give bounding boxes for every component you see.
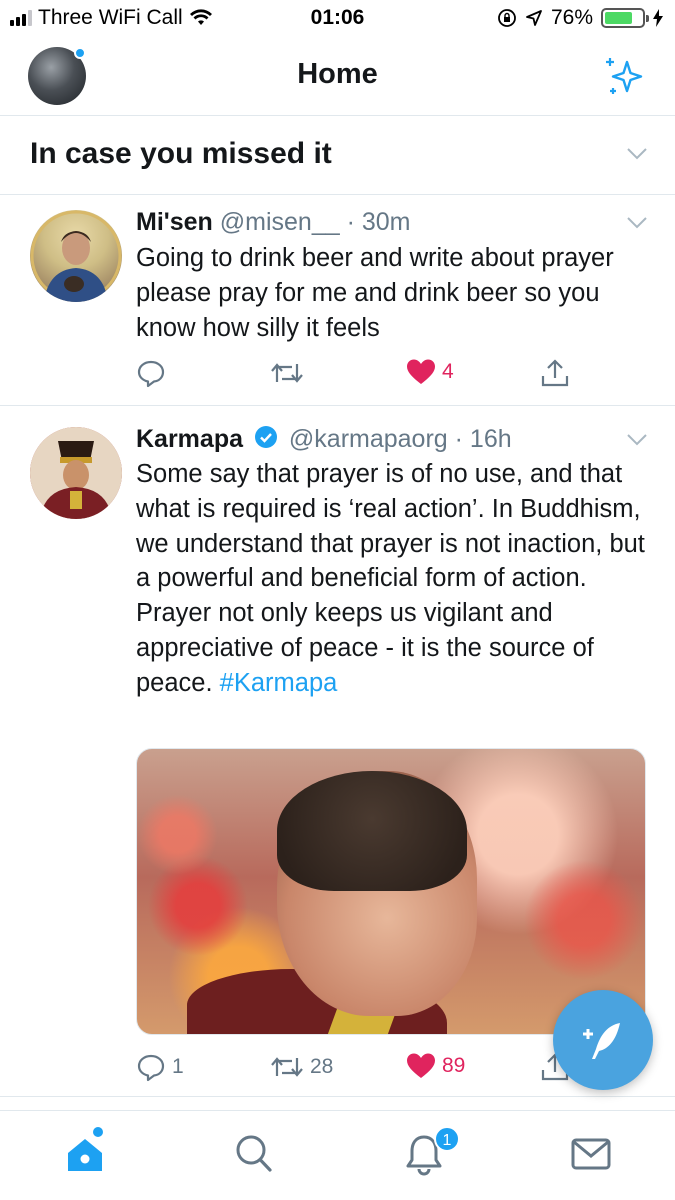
tweet-time: · 30m	[346, 208, 411, 236]
verified-badge-icon	[254, 426, 277, 448]
retweet-button[interactable]: 28	[270, 1052, 333, 1082]
chevron-down-icon[interactable]	[626, 147, 648, 161]
page-title: Home	[297, 58, 378, 90]
tweet-header: Mi'sen @misen__ · 30m	[136, 208, 410, 237]
status-right: 76%	[497, 6, 663, 30]
tweet-text: Going to drink beer and write about pray…	[136, 244, 614, 342]
tweet[interactable]: Mi'sen @misen__ · 30m Going to drink bee…	[0, 196, 675, 406]
notification-badge: 1	[434, 1126, 460, 1152]
share-button[interactable]	[540, 358, 570, 388]
like-count: 4	[442, 360, 454, 383]
orientation-lock-icon	[498, 9, 516, 27]
wifi-icon	[189, 9, 212, 25]
heart-icon	[407, 359, 435, 384]
like-button[interactable]: 4	[406, 358, 454, 386]
home-unread-dot	[93, 1127, 103, 1137]
location-icon	[526, 10, 542, 26]
battery-fill	[605, 12, 633, 24]
battery-icon	[601, 8, 649, 28]
hashtag-link[interactable]: #Karmapa	[220, 669, 338, 697]
tweet-actions: 4	[136, 358, 636, 390]
section-title: In case you missed it	[30, 137, 332, 170]
retweet-icon	[271, 1057, 303, 1077]
compose-tweet-button[interactable]	[553, 990, 653, 1090]
retweet-count: 28	[310, 1055, 334, 1078]
avatar[interactable]	[30, 427, 122, 519]
reply-icon	[137, 1054, 165, 1082]
retweet-button[interactable]	[270, 358, 304, 388]
author-handle[interactable]: @karmapaorg	[289, 425, 448, 453]
tweet-photo[interactable]	[136, 748, 646, 1035]
reply-button[interactable]	[136, 358, 166, 388]
reply-button[interactable]: 1	[136, 1052, 184, 1082]
like-count: 89	[442, 1054, 466, 1077]
status-left: Three WiFi Call	[10, 6, 213, 30]
compose-feather-icon	[583, 1023, 620, 1059]
carrier-label: Three WiFi Call	[38, 6, 183, 29]
retweet-icon	[271, 363, 303, 383]
heart-icon	[407, 1053, 435, 1078]
mail-icon[interactable]	[570, 1133, 612, 1175]
home-icon[interactable]	[64, 1133, 106, 1175]
chevron-down-icon[interactable]	[626, 216, 648, 230]
photo-hair	[277, 771, 467, 891]
bottom-tab-bar	[0, 1110, 675, 1200]
chevron-down-icon[interactable]	[626, 433, 648, 447]
signal-icon	[10, 10, 32, 26]
avatar-image	[30, 210, 122, 302]
section-header: In case you missed it	[0, 117, 675, 195]
battery-percent: 76%	[550, 6, 593, 29]
search-icon[interactable]	[234, 1133, 274, 1175]
avatar-image	[30, 427, 122, 519]
tweet-text: Some say that prayer is of no use, and t…	[136, 460, 645, 697]
reply-icon	[137, 360, 165, 388]
reply-count: 1	[172, 1055, 184, 1078]
sparkle-icon[interactable]	[601, 54, 647, 100]
author-handle[interactable]: @misen__	[220, 208, 340, 236]
status-bar: Three WiFi Call 01:06 76%	[0, 0, 675, 38]
charging-icon	[653, 9, 663, 27]
tweet-header: Karmapa @karmapaorg · 16h	[136, 425, 512, 454]
tweet-text-block: Some say that prayer is of no use, and t…	[136, 457, 646, 701]
like-button[interactable]: 89	[406, 1052, 465, 1080]
share-icon	[541, 359, 569, 387]
top-bar: Home	[0, 38, 675, 116]
author-name[interactable]: Mi'sen	[136, 208, 213, 236]
avatar[interactable]	[30, 210, 122, 302]
author-name[interactable]: Karmapa	[136, 425, 243, 453]
tweet-time: · 16h	[454, 425, 512, 453]
